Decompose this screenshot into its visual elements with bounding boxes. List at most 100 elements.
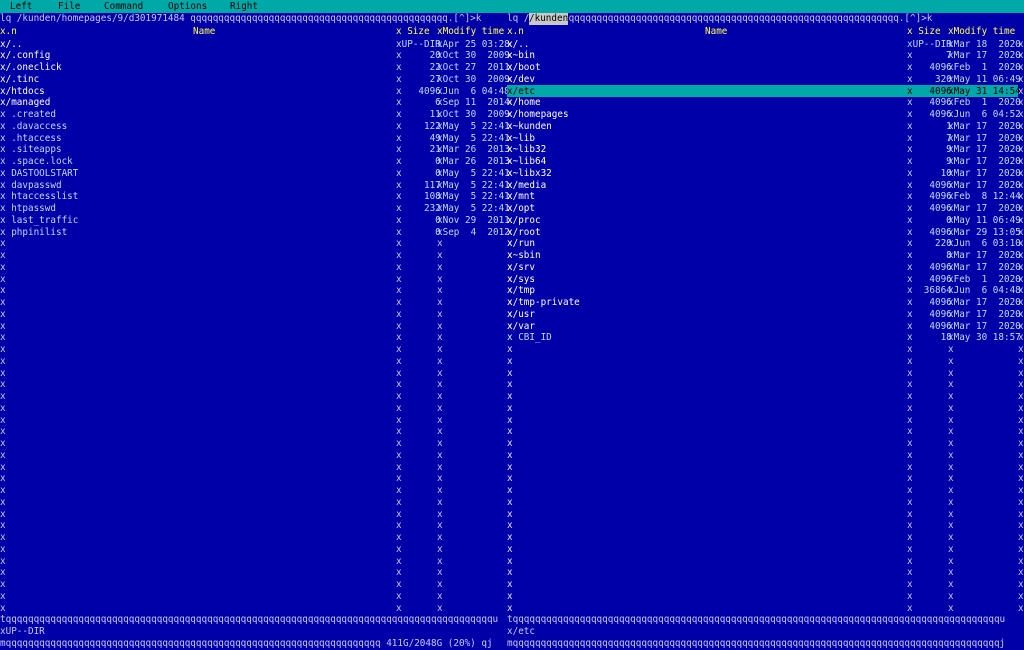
- file-name[interactable]: x/.tinc: [0, 74, 39, 86]
- file-name[interactable]: x .davaccess: [0, 121, 67, 133]
- file-size: x 4096: [907, 297, 952, 308]
- empty-row: x: [948, 579, 954, 590]
- empty-row: x: [907, 391, 913, 402]
- empty-row: x: [507, 414, 513, 426]
- file-name[interactable]: x~sbin: [507, 250, 541, 262]
- file-name[interactable]: x~lib32: [507, 144, 546, 156]
- empty-row: x: [907, 344, 913, 355]
- file-name[interactable]: x/srv: [507, 262, 535, 274]
- file-name[interactable]: x/.config: [0, 50, 50, 62]
- empty-row: x: [437, 261, 443, 273]
- column-header-name[interactable]: Name: [705, 26, 727, 38]
- empty-row: x: [907, 473, 913, 485]
- empty-row: x: [437, 508, 443, 520]
- empty-row: x: [437, 355, 443, 367]
- right-border: x: [1018, 520, 1024, 532]
- file-name[interactable]: x/media: [507, 180, 546, 192]
- menu-file[interactable]: File: [58, 1, 80, 13]
- file-name[interactable]: x/var: [507, 321, 535, 333]
- right-border: x: [1018, 590, 1024, 602]
- empty-row: x: [396, 391, 402, 402]
- file-name[interactable]: x/.oneclick: [0, 62, 62, 74]
- empty-row: x: [507, 496, 513, 508]
- file-name[interactable]: x/root: [507, 227, 541, 239]
- empty-row: x: [0, 438, 6, 449]
- file-size: x 4096: [907, 109, 952, 120]
- empty-row: x: [437, 250, 443, 261]
- column-header-mtime[interactable]: xModify time: [948, 26, 1015, 38]
- empty-row: x: [907, 355, 913, 367]
- file-name[interactable]: x/tmp: [507, 285, 535, 297]
- file-mtime: xFeb 8 12:44: [948, 191, 1021, 203]
- file-name[interactable]: x/etc: [507, 86, 535, 98]
- file-name[interactable]: x/usr: [507, 309, 535, 321]
- empty-row: x: [0, 344, 6, 355]
- left_panel-top-border: lq /kunden/homepages/9/d301971484 qqqqqq…: [0, 13, 482, 24]
- menu-left[interactable]: Left: [10, 1, 32, 13]
- file-name[interactable]: x CBI_ID: [507, 332, 552, 344]
- column-header-size[interactable]: x Size: [907, 26, 941, 38]
- file-name[interactable]: x DASTOOLSTART: [0, 168, 78, 180]
- empty-row: x: [396, 355, 402, 367]
- menu-command[interactable]: Command: [104, 1, 143, 13]
- file-name[interactable]: x .htaccess: [0, 133, 62, 145]
- empty-row: x: [0, 414, 6, 426]
- right-path[interactable]: /kunden: [529, 13, 569, 25]
- file-mtime: xMay 11 06:49: [948, 214, 1021, 226]
- empty-row: x: [437, 320, 443, 332]
- right-border: x: [1018, 438, 1024, 449]
- file-name[interactable]: x~lib: [507, 133, 535, 145]
- file-name[interactable]: x htaccesslist: [0, 191, 78, 203]
- file-name[interactable]: x/htdocs: [0, 86, 45, 98]
- file-name[interactable]: x/opt: [507, 203, 535, 215]
- file-name[interactable]: x~kunden: [507, 121, 552, 133]
- empty-row: x: [396, 308, 402, 320]
- column-header-mtime[interactable]: xModify time: [437, 26, 504, 38]
- file-name[interactable]: x~libx32: [507, 168, 552, 180]
- right-border: x: [1018, 320, 1024, 332]
- file-name[interactable]: x last_traffic: [0, 215, 78, 227]
- column-header-name[interactable]: Name: [193, 26, 215, 38]
- file-name[interactable]: x/home: [507, 97, 541, 109]
- file-size: xUP--DIR: [907, 38, 952, 50]
- file-name[interactable]: x~lib64: [507, 156, 546, 168]
- file-name[interactable]: x phpinilist: [0, 227, 67, 239]
- file-name[interactable]: x htpasswd: [0, 203, 56, 215]
- file-name[interactable]: x/sys: [507, 274, 535, 286]
- menu-right[interactable]: Right: [230, 1, 258, 13]
- file-name[interactable]: x~bin: [507, 50, 535, 62]
- file-mtime: xMay 5 22:41: [437, 203, 510, 214]
- file-name[interactable]: x/..: [0, 39, 22, 51]
- file-name[interactable]: x/run: [507, 238, 535, 250]
- right-border: x: [1018, 109, 1024, 120]
- empty-row: x: [437, 297, 443, 308]
- file-name[interactable]: x/boot: [507, 62, 541, 74]
- file-name[interactable]: x/managed: [0, 97, 50, 109]
- file-size: x 0: [396, 167, 441, 179]
- empty-row: x: [396, 320, 402, 332]
- file-size: x 4096: [907, 191, 952, 203]
- file-name[interactable]: x davpasswd: [0, 180, 62, 192]
- empty-row: x: [907, 532, 913, 543]
- empty-row: x: [0, 485, 6, 496]
- menu-options[interactable]: Options: [168, 1, 207, 13]
- file-name[interactable]: x/mnt: [507, 191, 535, 203]
- file-mtime: xMay 31 14:54: [948, 85, 1021, 97]
- right-border: x: [1018, 62, 1024, 73]
- column-header-sort[interactable]: x.n: [507, 26, 524, 38]
- file-name[interactable]: x/proc: [507, 215, 541, 227]
- file-name[interactable]: x .space.lock: [0, 156, 73, 168]
- column-header-sort[interactable]: x.n: [0, 26, 17, 38]
- empty-row: x: [396, 332, 402, 344]
- empty-row: x: [507, 485, 513, 496]
- column-header-size[interactable]: x Size: [396, 26, 430, 38]
- file-name[interactable]: x .siteapps: [0, 144, 62, 156]
- empty-row: x: [0, 273, 6, 285]
- file-size: x 108: [396, 191, 441, 203]
- file-name[interactable]: x/homepages: [507, 109, 569, 121]
- file-name[interactable]: x .created: [0, 109, 56, 121]
- empty-row: x: [0, 508, 6, 520]
- file-name[interactable]: x/tmp-private: [507, 297, 580, 309]
- file-name[interactable]: x/..: [507, 39, 529, 51]
- file-size: x 22: [396, 62, 441, 73]
